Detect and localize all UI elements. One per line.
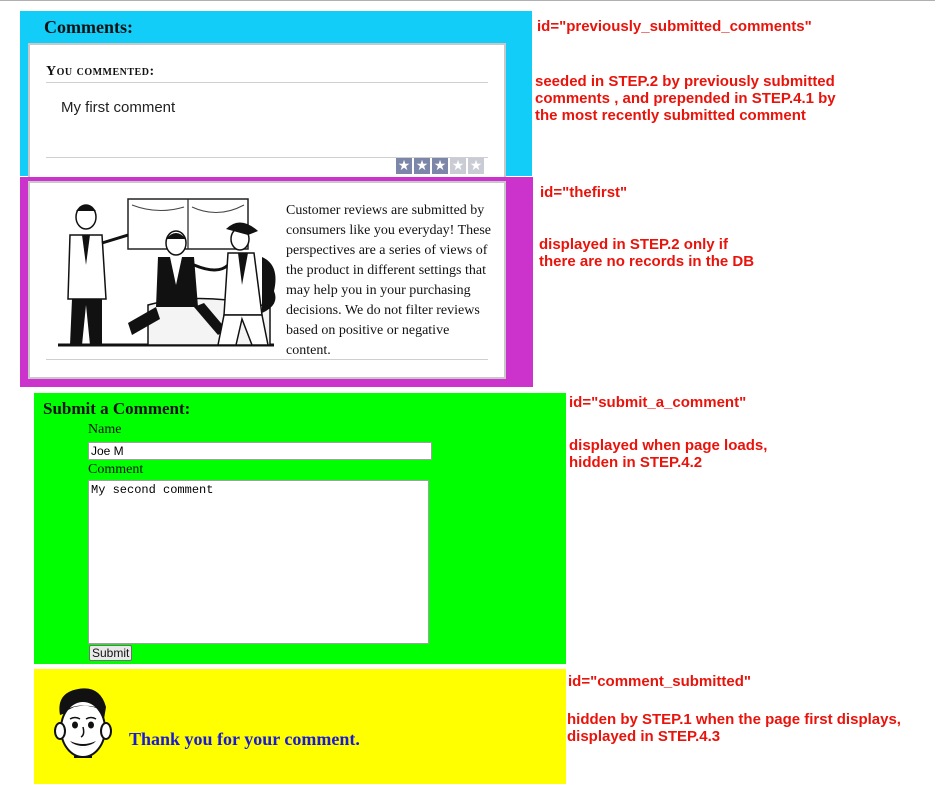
annotation-line: hidden by STEP.1 when the page first dis… [567,711,901,728]
annotation-line: displayed in STEP.4.3 [567,728,721,745]
annotation-line: seeded in STEP.2 by previously submitted [535,73,835,90]
comment-card: You commented: My first comment ★ ★ ★ ★ ★ [28,43,506,181]
submit-button[interactable]: Submit [89,645,133,661]
annotation-submit-a-comment: id="submit_a_comment" [569,394,746,411]
comment-text: My first comment [61,99,176,116]
annotation-line: displayed when page loads, [569,437,768,454]
smiling-face-icon [54,688,112,758]
comment-label: Comment [88,462,144,477]
thefirst-panel: Customer reviews are submitted by consum… [20,177,533,387]
annotation-line: there are no records in the DB [539,253,755,270]
divider [46,82,488,83]
annotation-id: id="comment_submitted" [568,673,752,690]
comment-submitted-panel: Thank you for your comment. [34,669,566,784]
annotation-thefirst: id="thefirst" [540,184,627,201]
intro-text: Customer reviews are submitted by consum… [286,203,492,358]
submit-a-comment-panel: Submit a Comment: Name Comment My second… [34,393,566,664]
annotation-line: displayed in STEP.2 only if [539,236,728,253]
intro-card: Customer reviews are submitted by consum… [28,181,506,379]
star-icon[interactable]: ★ [396,158,412,174]
annotation-previously-submitted-desc: seeded in STEP.2 by previously submitted… [535,73,836,124]
annotation-line: hidden in STEP.4.2 [569,454,703,471]
name-input[interactable] [88,442,432,460]
annotation-id: id="previously_submitted_comments" [537,18,812,35]
annotation-id: id="submit_a_comment" [569,394,747,411]
annotation-comment-submitted-desc: hidden by STEP.1 when the page first dis… [567,711,901,745]
people-talking-illustration-icon [48,195,284,351]
previously-submitted-comments-panel: Comments: You commented: My first commen… [20,11,532,181]
annotation-previously-submitted: id="previously_submitted_comments" [537,18,812,35]
star-icon[interactable]: ★ [468,158,484,174]
star-icon[interactable]: ★ [450,158,466,174]
annotation-comment-submitted: id="comment_submitted" [568,673,751,690]
thank-you-message: Thank you for your comment. [129,729,360,749]
comments-title: Comments: [44,17,133,37]
annotation-submit-a-comment-desc: displayed when page loads, hidden in STE… [569,437,767,471]
annotation-line: comments , and prepended in STEP.4.1 by [535,90,836,107]
star-rating[interactable]: ★ ★ ★ ★ ★ [396,158,484,174]
annotation-thefirst-desc: displayed in STEP.2 only if there are no… [539,236,754,270]
comment-textarea[interactable]: My second comment [88,480,429,644]
annotation-line: the most recently submitted comment [535,107,806,124]
top-divider [0,0,935,1]
submit-comment-title: Submit a Comment: [43,399,191,418]
annotation-id: id="thefirst" [540,184,628,201]
divider [46,359,488,360]
you-commented-heading: You commented: [46,64,155,79]
name-label: Name [88,422,122,437]
star-icon[interactable]: ★ [432,158,448,174]
star-icon[interactable]: ★ [414,158,430,174]
